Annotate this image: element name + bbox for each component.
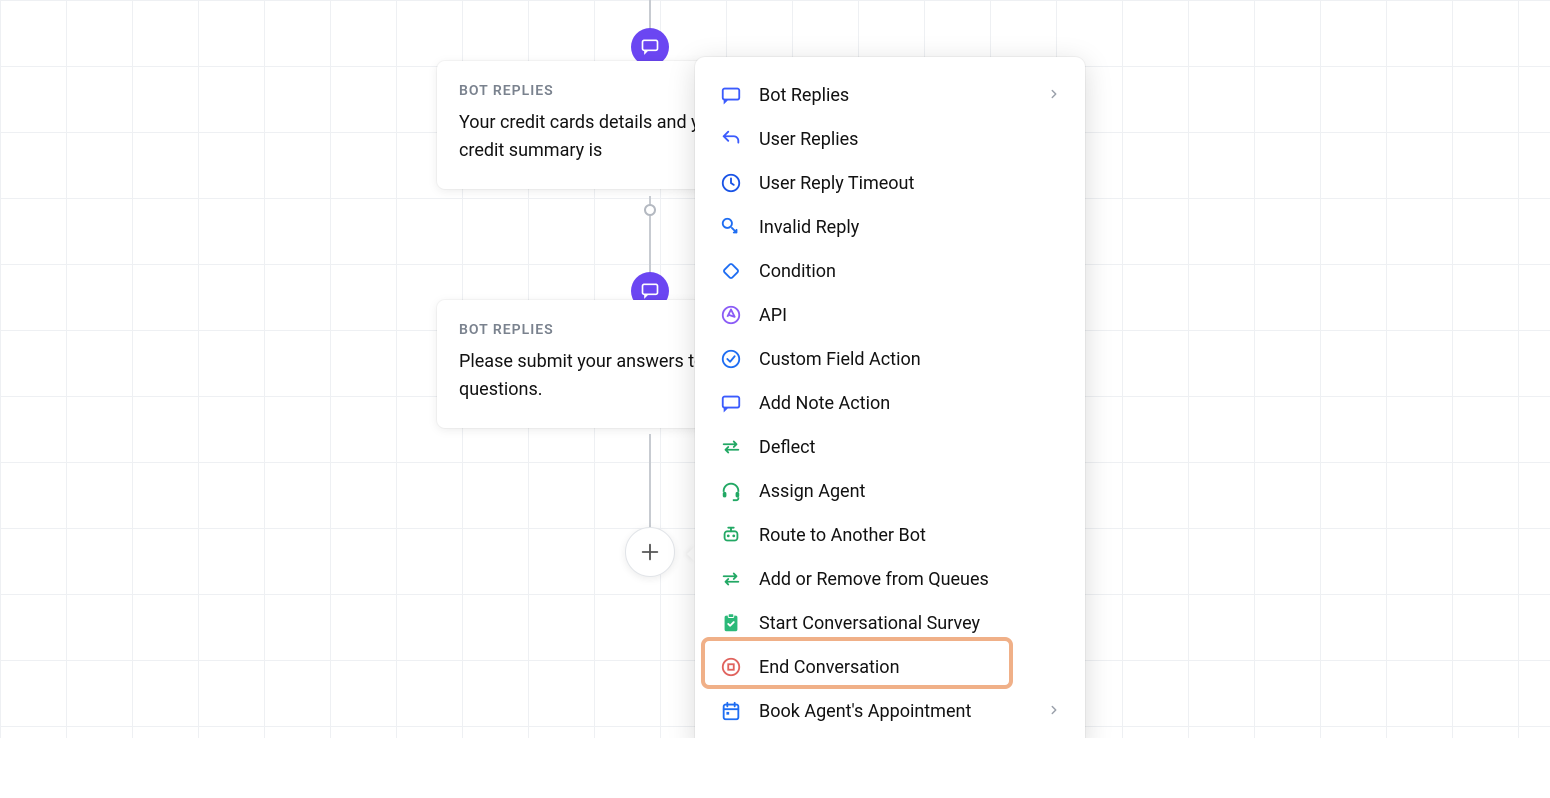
menu-item-bot-replies[interactable]: Bot Replies [695,73,1085,117]
connector-line [649,434,651,539]
node-action-menu: Bot Replies User Replies User Reply Timeou… [695,57,1085,749]
note-icon [719,391,743,415]
reply-icon [719,127,743,151]
robot-icon [719,523,743,547]
menu-item-label: Add Note Action [759,393,1061,414]
chat-icon [719,83,743,107]
menu-item-invalid-reply[interactable]: Invalid Reply [695,205,1085,249]
menu-item-label: Start Conversational Survey [759,613,1061,634]
chat-bubble-icon [640,37,660,57]
menu-item-deflect[interactable]: Deflect [695,425,1085,469]
invalid-icon [719,215,743,239]
chevron-right-icon [1047,86,1061,105]
chat-bubble-icon [640,281,660,301]
arrows-icon [719,435,743,459]
menu-item-user-reply-timeout[interactable]: User Reply Timeout [695,161,1085,205]
menu-item-label: Route to Another Bot [759,525,1061,546]
stop-icon [719,655,743,679]
menu-item-label: Bot Replies [759,85,1031,106]
menu-item-end-conversation[interactable]: End Conversation [695,645,1085,689]
menu-item-user-replies[interactable]: User Replies [695,117,1085,161]
check-circle-icon [719,347,743,371]
menu-item-label: User Reply Timeout [759,173,1061,194]
menu-item-assign-agent[interactable]: Assign Agent [695,469,1085,513]
menu-item-api[interactable]: API [695,293,1085,337]
menu-item-start-conversational-survey[interactable]: Start Conversational Survey [695,601,1085,645]
menu-pointer [687,546,695,562]
menu-item-label: User Replies [759,129,1061,150]
flow-canvas[interactable]: BOT REPLIES Your credit cards details an… [0,0,1550,798]
add-node-button[interactable] [625,527,675,577]
menu-item-add-note-action[interactable]: Add Note Action [695,381,1085,425]
menu-item-add-or-remove-from-queues[interactable]: Add or Remove from Queues [695,557,1085,601]
menu-item-book-agent-s-appointment[interactable]: Book Agent's Appointment [695,689,1085,733]
clipboard-icon [719,611,743,635]
chevron-right-icon [1047,702,1061,721]
menu-item-label: Add or Remove from Queues [759,569,1061,590]
menu-item-label: Invalid Reply [759,217,1061,238]
menu-item-custom-field-action[interactable]: Custom Field Action [695,337,1085,381]
menu-item-label: End Conversation [759,657,1061,678]
menu-item-label: Deflect [759,437,1061,458]
clock-icon [719,171,743,195]
bottom-bar [0,738,1550,798]
connector-dot [644,204,656,216]
menu-item-label: Condition [759,261,1061,282]
menu-item-label: Assign Agent [759,481,1061,502]
menu-item-label: Book Agent's Appointment [759,701,1031,722]
headset-icon [719,479,743,503]
arrows-icon [719,567,743,591]
diamond-icon [719,259,743,283]
menu-item-label: Custom Field Action [759,349,1061,370]
plus-icon [639,541,661,563]
calendar-icon [719,699,743,723]
menu-item-route-to-another-bot[interactable]: Route to Another Bot [695,513,1085,557]
menu-item-condition[interactable]: Condition [695,249,1085,293]
menu-item-label: API [759,305,1061,326]
api-icon [719,303,743,327]
